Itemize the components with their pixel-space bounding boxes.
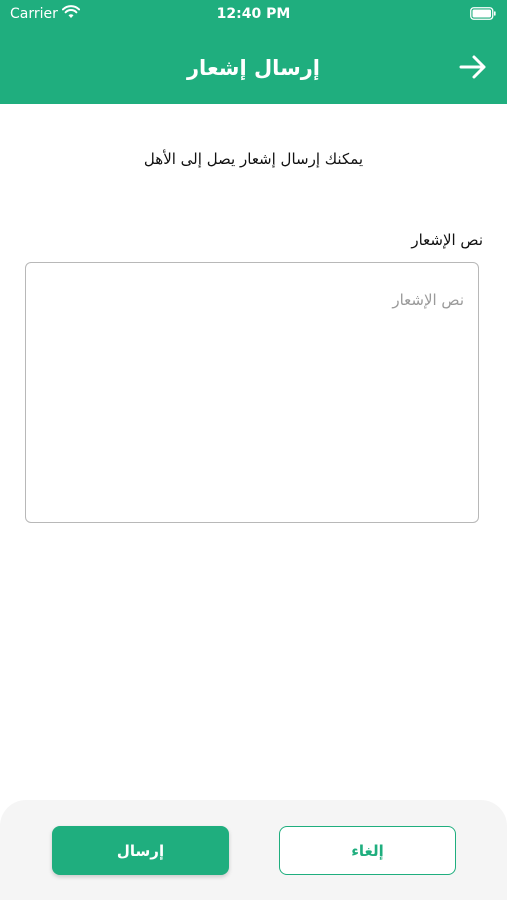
status-bar: Carrier 12:40 PM xyxy=(0,0,507,28)
battery-icon xyxy=(470,7,496,20)
status-time: 12:40 PM xyxy=(216,6,291,22)
send-button[interactable]: إرسال xyxy=(52,826,229,875)
notification-text-label: نص الإشعار xyxy=(411,231,483,249)
notification-text-input[interactable] xyxy=(25,262,479,523)
app-header: Carrier 12:40 PM إرسال إشعار xyxy=(0,0,507,104)
back-button[interactable] xyxy=(456,50,490,84)
arrow-right-icon xyxy=(459,55,486,79)
cancel-button[interactable]: إلغاء xyxy=(279,826,456,875)
description-text: يمكنك إرسال إشعار يصل إلى الأهل xyxy=(143,150,364,168)
page-title: إرسال إشعار xyxy=(186,56,321,80)
